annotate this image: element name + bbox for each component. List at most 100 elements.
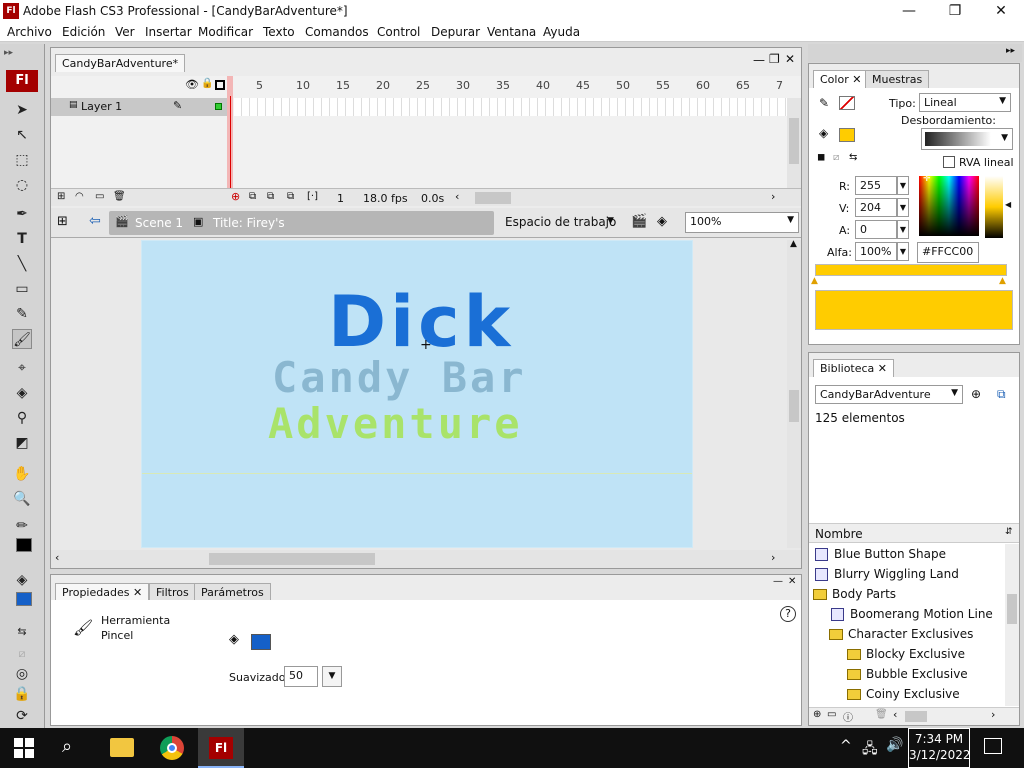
alpha-dropdown-icon[interactable]: ▼ [897, 242, 909, 261]
selection-tool-icon[interactable]: ➤ [12, 100, 32, 120]
tab-close-icon[interactable]: ✕ [878, 362, 887, 375]
gradient-stop-left[interactable]: ▲ [811, 276, 818, 286]
stroke-color-swatch[interactable] [16, 538, 32, 552]
r-dropdown-icon[interactable]: ▼ [897, 176, 909, 195]
overflow-select[interactable]: ▼ [921, 128, 1013, 150]
swap-colors-icon[interactable]: ⇆ [849, 152, 857, 163]
add-motion-guide-icon[interactable]: ◠ [75, 191, 84, 202]
chrome-icon[interactable] [160, 736, 184, 760]
edit-multiple-icon[interactable]: ⧉ [287, 191, 294, 202]
b-input[interactable]: 0 [855, 220, 897, 239]
show-hide-eye-icon[interactable]: 👁 [185, 78, 199, 91]
pencil-tool-icon[interactable]: ✎ [12, 304, 32, 324]
tab-propiedades[interactable]: Propiedades ✕ [55, 583, 150, 601]
breadcrumb-scene[interactable]: Scene 1 [135, 216, 183, 230]
eyedropper-tool-icon[interactable]: ⚲ [12, 408, 32, 428]
stage[interactable]: Dick Candy Bar Adventure + [141, 240, 693, 548]
library-document-select[interactable]: CandyBarAdventure ▼ [815, 385, 963, 404]
dock-collapse-icon[interactable]: ▸▸ [1006, 46, 1015, 56]
timeline-toggle-icon[interactable]: ⊞ [57, 214, 68, 229]
no-color-icon[interactable]: ⧄ [12, 644, 32, 664]
library-scroll-right-icon[interactable]: › [991, 708, 995, 721]
new-library-panel-icon[interactable]: ⧉ [997, 387, 1006, 402]
doc-close-icon[interactable]: ✕ [785, 52, 795, 66]
lock-layer-icon[interactable]: 🔒 [201, 78, 213, 89]
smooth-input[interactable]: 50 [284, 666, 318, 687]
file-explorer-icon[interactable] [110, 738, 134, 757]
delete-icon[interactable]: 🗑 [875, 709, 888, 720]
library-vscroll[interactable] [1005, 544, 1019, 706]
fill-color-picker[interactable] [251, 634, 271, 650]
menu-depurar[interactable]: Depurar [431, 25, 480, 39]
hscroll-left-arrow-icon[interactable]: ‹ [455, 190, 459, 203]
eraser-tool-icon[interactable]: ◩ [12, 433, 32, 453]
breadcrumb-symbol[interactable]: Title: Firey's [213, 216, 285, 230]
back-arrow-icon[interactable]: ⇦ [89, 213, 101, 229]
lock-fill-icon[interactable]: 🔒 [12, 684, 32, 704]
menu-texto[interactable]: Texto [263, 25, 295, 39]
g-input[interactable]: 204 [855, 198, 897, 217]
list-item[interactable]: Character Exclusives [809, 624, 1001, 644]
properties-icon[interactable]: ⓘ [843, 709, 853, 724]
library-scroll-left-icon[interactable]: ‹ [893, 708, 897, 721]
menu-insertar[interactable]: Insertar [145, 25, 192, 39]
clock[interactable]: 7:34 PM 3/12/2022 [908, 728, 971, 768]
alpha-input[interactable]: 100% [855, 242, 897, 261]
tab-biblioteca[interactable]: Biblioteca ✕ [813, 359, 895, 377]
tab-muestras[interactable]: Muestras [865, 70, 930, 88]
tab-close-icon[interactable]: ✕ [852, 73, 861, 86]
maximize-button[interactable]: ❐ [932, 0, 978, 22]
help-icon[interactable]: ? [780, 606, 796, 622]
volume-icon[interactable]: 🔊 [886, 737, 903, 753]
minimize-button[interactable]: — [886, 0, 932, 22]
g-dropdown-icon[interactable]: ▼ [897, 198, 909, 217]
brightness-slider[interactable] [985, 176, 1003, 238]
frame-rate[interactable]: 18.0 fps [363, 192, 408, 205]
r-input[interactable]: 255 [855, 176, 897, 195]
tray-chevron-icon[interactable]: ^ [840, 738, 852, 754]
smooth-dropdown-icon[interactable]: ▼ [322, 666, 342, 687]
ink-bottle-tool-icon[interactable]: ⌖ [12, 358, 32, 378]
menu-archivo[interactable]: Archivo [7, 25, 52, 39]
library-header[interactable]: Nombre ⇵ [809, 523, 1019, 543]
menu-modificar[interactable]: Modificar [198, 25, 253, 39]
fill-swatch[interactable] [839, 128, 855, 142]
search-icon[interactable]: ⌕ [62, 736, 72, 757]
text-tool-icon[interactable]: T [12, 229, 32, 249]
panel-minimize-icon[interactable]: — [773, 576, 783, 587]
b-dropdown-icon[interactable]: ▼ [897, 220, 909, 239]
windows-start-icon[interactable] [14, 738, 34, 758]
gradient-stop-right[interactable]: ▲ [999, 276, 1006, 286]
doc-restore-icon[interactable]: ❐ [769, 52, 780, 66]
doc-minimize-icon[interactable]: — [753, 53, 765, 67]
new-folder-icon[interactable]: ▭ [827, 709, 836, 720]
no-color-icon[interactable]: ⧄ [833, 152, 839, 163]
layer-color-square[interactable] [215, 103, 222, 110]
menu-control[interactable]: Control [377, 25, 420, 39]
insert-layer-icon[interactable]: ⊞ [57, 191, 65, 202]
collapse-icon[interactable]: ▸▸ [4, 48, 13, 58]
stage-area[interactable]: Dick Candy Bar Adventure + ▲ [51, 238, 801, 550]
workspace-menu[interactable]: Espacio de trabajo [505, 215, 616, 229]
timeline-hscroll-thumb[interactable] [475, 192, 511, 204]
list-item[interactable]: Blurry Wiggling Land [809, 564, 1001, 584]
stage-hscroll[interactable]: ‹ › [51, 550, 801, 568]
tab-color[interactable]: Color ✕ [813, 70, 869, 88]
new-symbol-icon[interactable]: ⊕ [813, 709, 821, 720]
pen-tool-icon[interactable]: ✒ [12, 204, 32, 224]
lasso-tool-icon[interactable]: ◌ [12, 175, 32, 195]
menu-edicion[interactable]: Edición [62, 25, 105, 39]
outline-layer-icon[interactable] [215, 80, 225, 90]
paint-bucket-tool-icon[interactable]: ◈ [12, 383, 32, 403]
hscroll-right-arrow-icon[interactable]: › [771, 190, 775, 203]
snap-magnet-icon[interactable]: ◎ [12, 664, 32, 684]
subselection-tool-icon[interactable]: ↖ [12, 125, 32, 145]
tab-parametros[interactable]: Parámetros [194, 583, 271, 601]
frame-strip[interactable] [234, 98, 789, 116]
hand-tool-icon[interactable]: ✋ [12, 464, 32, 484]
network-icon[interactable]: 🖧 [862, 738, 878, 762]
fill-color-swatch[interactable] [16, 592, 32, 606]
gradient-bar[interactable] [815, 264, 1007, 276]
library-hscroll-thumb[interactable] [905, 711, 927, 722]
rgb-linear-checkbox[interactable] [943, 156, 955, 168]
